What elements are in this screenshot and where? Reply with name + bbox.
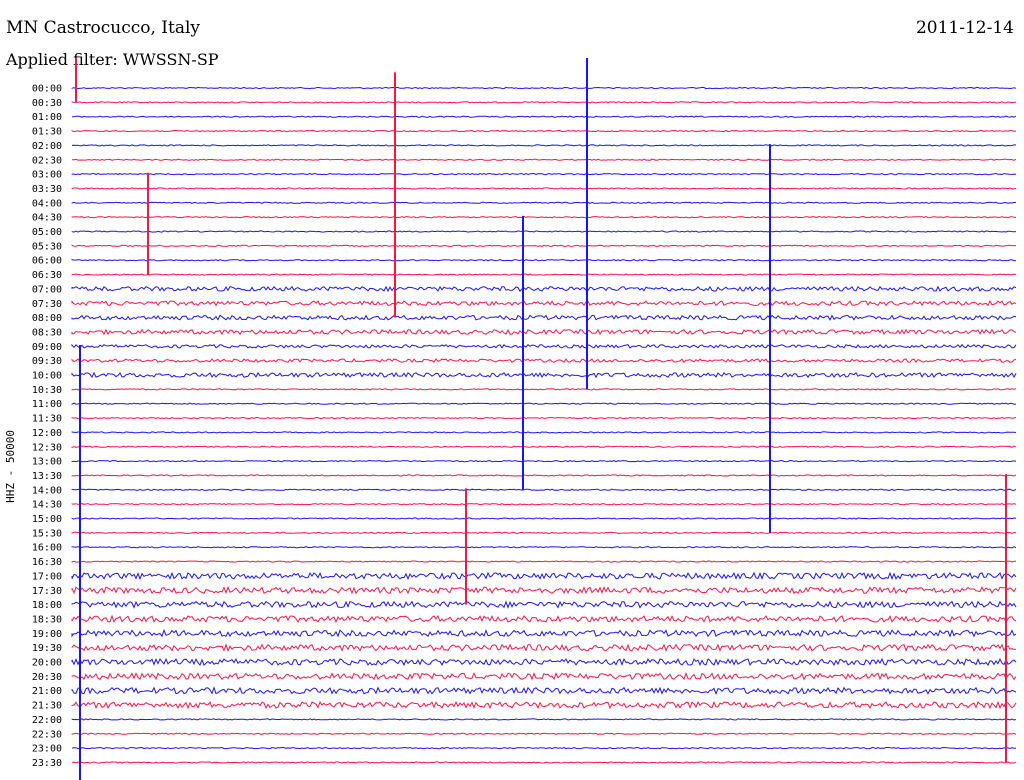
trace-line xyxy=(71,158,1017,161)
trace-line xyxy=(71,201,1017,204)
trace-line xyxy=(71,560,1017,563)
time-label: 07:30 xyxy=(32,299,62,310)
trace-line xyxy=(71,431,1017,434)
time-label: 23:30 xyxy=(32,758,62,769)
time-label: 09:30 xyxy=(32,356,62,367)
time-label: 05:00 xyxy=(32,227,62,238)
trace-line xyxy=(71,746,1017,750)
time-label: 06:00 xyxy=(32,256,62,267)
trace-line xyxy=(71,600,1017,609)
time-label: 13:30 xyxy=(32,471,62,482)
trace-line xyxy=(71,86,1017,90)
trace-line xyxy=(71,643,1017,652)
time-label: 03:30 xyxy=(32,184,62,195)
trace-line xyxy=(71,488,1017,491)
trace-line xyxy=(71,671,1017,681)
time-label: 16:30 xyxy=(32,557,62,568)
trace-line xyxy=(71,230,1017,233)
time-label: 20:30 xyxy=(32,672,62,683)
trace-line xyxy=(71,129,1017,133)
seismogram-plot: 00:00 00:30 01:00 01:30 02:00 02:30 03:00 03:30… xyxy=(32,58,1017,780)
trace-line xyxy=(71,503,1017,506)
time-label: 18:30 xyxy=(32,614,62,625)
trace-line xyxy=(71,474,1017,477)
time-label: 19:00 xyxy=(32,629,62,640)
time-label: 10:30 xyxy=(32,385,62,396)
trace-line xyxy=(71,445,1017,448)
time-label: 01:30 xyxy=(32,127,62,138)
trace-line xyxy=(71,285,1017,293)
time-label: 03:00 xyxy=(32,170,62,181)
time-label: 16:00 xyxy=(32,543,62,554)
trace-line xyxy=(71,371,1017,379)
time-label: 15:30 xyxy=(32,528,62,539)
time-label: 14:00 xyxy=(32,485,62,496)
time-label: 09:00 xyxy=(32,342,62,353)
trace-line xyxy=(71,144,1016,147)
trace-line xyxy=(71,628,1017,638)
trace-line xyxy=(71,314,1017,321)
time-label: 00:30 xyxy=(32,98,62,109)
time-label: 22:00 xyxy=(32,715,62,726)
time-label: 17:00 xyxy=(32,571,62,582)
trace-line xyxy=(71,531,1017,534)
time-label: 00:00 xyxy=(32,84,62,95)
time-label: 19:30 xyxy=(32,643,62,654)
trace-line xyxy=(71,459,1017,463)
trace-line xyxy=(71,718,1017,721)
trace-line xyxy=(71,416,1017,420)
time-label: 11:30 xyxy=(32,414,62,425)
time-label: 10:00 xyxy=(32,371,62,382)
time-label: 08:30 xyxy=(32,327,62,338)
trace-line xyxy=(71,517,1017,520)
trace-line xyxy=(71,571,1017,581)
trace-line xyxy=(71,299,1017,307)
time-label: 02:30 xyxy=(32,155,62,166)
trace-line xyxy=(71,614,1017,624)
time-label: 14:30 xyxy=(32,500,62,511)
time-label: 05:30 xyxy=(32,241,62,252)
time-label: 23:00 xyxy=(32,744,62,755)
trace-line xyxy=(71,343,1017,349)
trace-line xyxy=(71,187,1017,190)
trace-line xyxy=(71,273,1017,276)
trace-line xyxy=(71,172,1017,176)
trace-line xyxy=(71,358,1017,363)
time-labels: 00:00 00:30 01:00 01:30 02:00 02:30 03:00 03:30… xyxy=(32,84,62,769)
trace-line xyxy=(71,657,1017,667)
trace-line xyxy=(71,388,1017,391)
time-label: 02:00 xyxy=(32,141,62,152)
trace-line xyxy=(71,244,1017,247)
trace-line xyxy=(71,216,1017,219)
seismogram-traces xyxy=(71,58,1017,780)
trace-line xyxy=(71,546,1017,549)
trace-line xyxy=(71,732,1017,735)
time-label: 04:00 xyxy=(32,198,62,209)
time-label: 12:30 xyxy=(32,442,62,453)
time-label: 21:00 xyxy=(32,686,62,697)
time-label: 20:00 xyxy=(32,658,62,669)
time-label: 11:00 xyxy=(32,399,62,410)
time-label: 08:00 xyxy=(32,313,62,324)
trace-line xyxy=(71,258,1017,262)
time-label: 06:30 xyxy=(32,270,62,281)
time-label: 01:00 xyxy=(32,112,62,123)
time-label: 15:00 xyxy=(32,514,62,525)
trace-line xyxy=(71,700,1017,710)
time-label: 12:00 xyxy=(32,428,62,439)
time-label: 22:30 xyxy=(32,729,62,740)
time-label: 21:30 xyxy=(32,701,62,712)
time-label: 18:00 xyxy=(32,600,62,611)
trace-line xyxy=(71,586,1017,595)
trace-line xyxy=(71,402,1017,405)
trace-line xyxy=(72,115,1017,118)
trace-line xyxy=(71,328,1017,336)
time-label: 13:00 xyxy=(32,457,62,468)
trace-line xyxy=(71,686,1017,696)
time-label: 17:30 xyxy=(32,586,62,597)
time-label: 04:30 xyxy=(32,213,62,224)
trace-line xyxy=(71,761,1017,764)
trace-line xyxy=(71,101,1017,104)
time-label: 07:00 xyxy=(32,284,62,295)
